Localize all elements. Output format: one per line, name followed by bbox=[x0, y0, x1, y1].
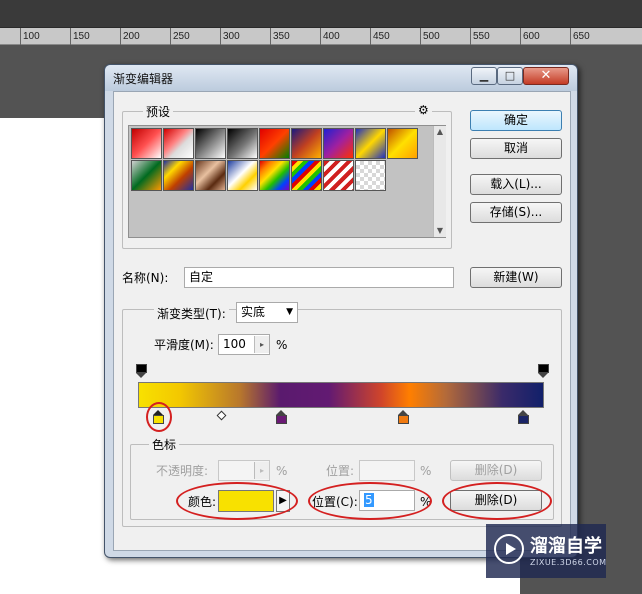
annotation-ring-location bbox=[308, 482, 432, 520]
preset-swatch[interactable] bbox=[195, 128, 226, 159]
annotation-ring-color bbox=[176, 482, 298, 520]
dialog-title: 渐变编辑器 bbox=[113, 72, 174, 86]
preset-swatch[interactable] bbox=[131, 160, 162, 191]
opacity-location-label: 位置: bbox=[326, 464, 355, 478]
ruler-tick: 400 bbox=[320, 28, 340, 45]
save-button[interactable]: 存储(S)... bbox=[470, 202, 562, 223]
ruler-tick: 650 bbox=[570, 28, 590, 45]
ok-button[interactable]: 确定 bbox=[470, 110, 562, 131]
opacity-location-percent: % bbox=[420, 464, 432, 478]
preset-swatch[interactable] bbox=[195, 160, 226, 191]
stops-legend: 色标 bbox=[149, 436, 180, 453]
gradient-type-value: 实底 bbox=[241, 305, 266, 319]
gradient-preview-bar[interactable] bbox=[138, 382, 544, 408]
color-stop-purple[interactable] bbox=[276, 410, 287, 424]
watermark-text: 溜溜自学 bbox=[530, 536, 602, 557]
watermark-logo: 溜溜自学 ZIXUE.3D66.COM bbox=[486, 524, 606, 578]
opacity-percent: % bbox=[276, 464, 288, 478]
gradient-type-label: 渐变类型(T): bbox=[154, 306, 229, 322]
preset-swatch[interactable] bbox=[323, 128, 354, 159]
opacity-input[interactable]: ▸ bbox=[218, 460, 270, 481]
preset-swatch[interactable] bbox=[291, 160, 322, 191]
gradient-type-select[interactable]: 实底 ▼ bbox=[236, 302, 298, 323]
load-button[interactable]: 载入(L)... bbox=[470, 174, 562, 195]
smoothness-input[interactable]: 100 ▸ bbox=[218, 334, 270, 355]
opacity-label: 不透明度: bbox=[156, 464, 209, 478]
ruler-tick: 250 bbox=[170, 28, 190, 45]
preset-swatch[interactable] bbox=[227, 160, 258, 191]
ruler-tick: 150 bbox=[70, 28, 90, 45]
smoothness-label: 平滑度(M): bbox=[154, 338, 214, 352]
close-button[interactable]: ✕ bbox=[523, 67, 569, 85]
opacity-stop-left[interactable] bbox=[136, 364, 147, 378]
scroll-up-icon[interactable]: ▲ bbox=[434, 126, 446, 138]
opacity-location-input[interactable] bbox=[359, 460, 415, 481]
preset-swatch[interactable] bbox=[291, 128, 322, 159]
opacity-arrow-icon[interactable]: ▸ bbox=[254, 462, 269, 479]
preset-swatch[interactable] bbox=[131, 128, 162, 159]
new-button[interactable]: 新建(W) bbox=[470, 267, 562, 288]
annotation-ring-stop bbox=[146, 402, 172, 432]
presets-grid: ▲ ▼ bbox=[128, 125, 446, 238]
app-top-bar bbox=[0, 0, 642, 28]
dialog-content: 预设 ⚙ ▲ ▼ 确定 取消 载入(L)... 存储(S)... 名称(N): … bbox=[113, 91, 571, 551]
smoothness-value: 100 bbox=[223, 337, 246, 351]
close-icon: ✕ bbox=[540, 68, 552, 83]
watermark-subtext: ZIXUE.3D66.COM bbox=[530, 558, 607, 567]
ruler-tick: 600 bbox=[520, 28, 540, 45]
maximize-icon: □ bbox=[504, 69, 516, 82]
name-label: 名称(N): bbox=[122, 271, 169, 285]
ruler-tick: 500 bbox=[420, 28, 440, 45]
ruler-tick: 100 bbox=[20, 28, 40, 45]
preset-swatch[interactable] bbox=[355, 160, 386, 191]
maximize-button[interactable]: □ bbox=[497, 67, 523, 85]
dialog-titlebar[interactable]: 渐变编辑器 ▁ □ ✕ bbox=[105, 65, 577, 91]
gear-icon[interactable]: ⚙ bbox=[415, 103, 432, 117]
color-stop-navy[interactable] bbox=[518, 410, 529, 424]
preset-swatch[interactable] bbox=[227, 128, 258, 159]
preset-swatch[interactable] bbox=[355, 128, 386, 159]
preset-swatch[interactable] bbox=[323, 160, 354, 191]
gradient-editor-dialog: 渐变编辑器 ▁ □ ✕ 预设 ⚙ ▲ ▼ 确定 取消 载入(L)... 存储(S… bbox=[104, 64, 578, 558]
ruler-tick: 200 bbox=[120, 28, 140, 45]
minimize-icon: ▁ bbox=[479, 69, 489, 82]
cancel-button[interactable]: 取消 bbox=[470, 138, 562, 159]
smoothness-percent: % bbox=[276, 338, 288, 352]
chevron-down-icon: ▼ bbox=[286, 307, 293, 317]
opacity-stop-right[interactable] bbox=[538, 364, 549, 378]
presets-scrollbar[interactable]: ▲ ▼ bbox=[433, 126, 446, 237]
preset-swatch[interactable] bbox=[387, 128, 418, 159]
scroll-down-icon[interactable]: ▼ bbox=[434, 225, 446, 237]
smoothness-arrow-icon[interactable]: ▸ bbox=[254, 336, 269, 353]
name-input[interactable]: 自定 bbox=[184, 267, 454, 288]
preset-swatch[interactable] bbox=[163, 128, 194, 159]
ruler-tick: 550 bbox=[470, 28, 490, 45]
color-stop-orange[interactable] bbox=[398, 410, 409, 424]
ruler-tick: 300 bbox=[220, 28, 240, 45]
preset-swatch[interactable] bbox=[259, 128, 290, 159]
minimize-button[interactable]: ▁ bbox=[471, 67, 497, 85]
presets-legend: 预设 bbox=[143, 103, 174, 120]
horizontal-ruler: 100 150 200 250 300 350 400 450 500 550 … bbox=[0, 28, 642, 45]
annotation-ring-delete bbox=[442, 482, 552, 520]
ruler-tick: 450 bbox=[370, 28, 390, 45]
delete-opacity-stop-button[interactable]: 删除(D) bbox=[450, 460, 542, 481]
play-icon bbox=[494, 534, 524, 564]
preset-swatch[interactable] bbox=[259, 160, 290, 191]
ruler-tick: 350 bbox=[270, 28, 290, 45]
preset-swatch[interactable] bbox=[163, 160, 194, 191]
